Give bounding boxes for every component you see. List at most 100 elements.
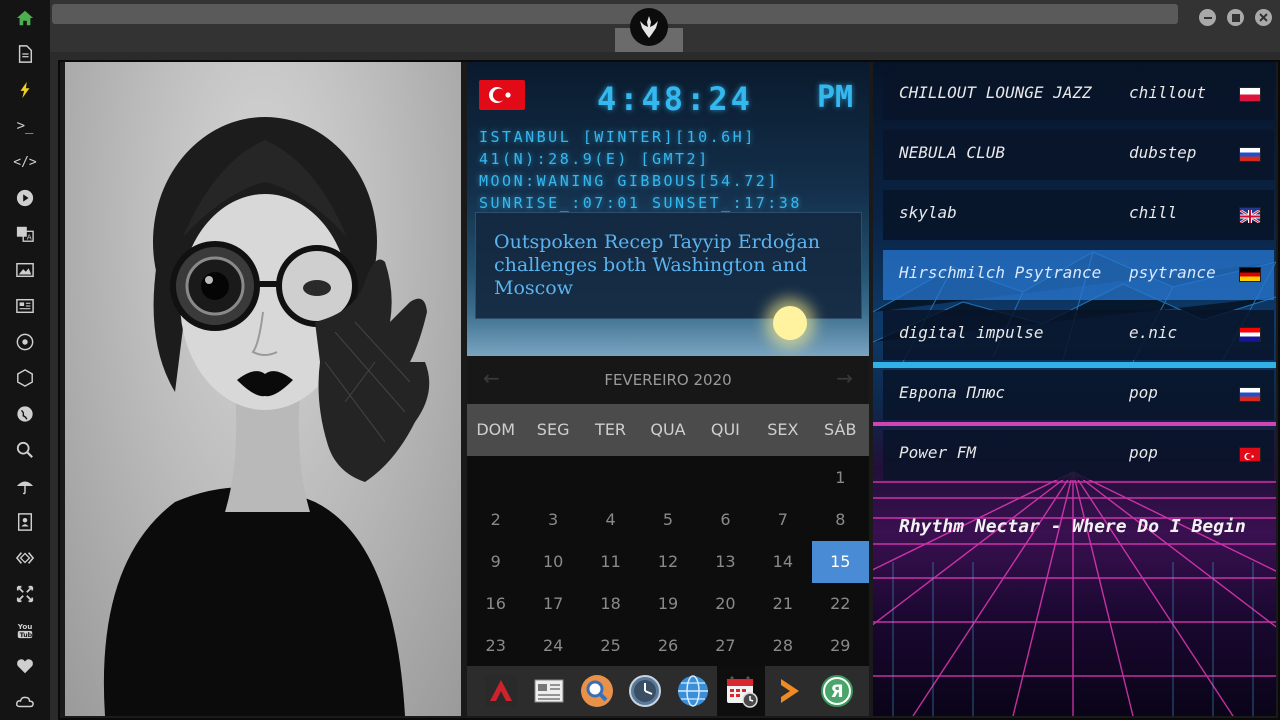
weekday-label: SEG	[536, 420, 570, 439]
calendar-day[interactable]: 6	[697, 499, 754, 541]
contacts-icon[interactable]	[12, 509, 38, 535]
station-name: skylab	[899, 203, 957, 222]
calendar-day[interactable]: 16	[467, 583, 524, 625]
coordinates-line: 41(N):28.9(E) [GMT2]	[479, 150, 710, 168]
calendar-day[interactable]: 24	[524, 625, 581, 667]
rebel-alliance-icon[interactable]	[630, 8, 668, 46]
calendar-day[interactable]: 9	[467, 541, 524, 583]
sunrise-sunset-line: SUNRISE_:07:01 SUNSET_:17:38	[479, 194, 802, 212]
calendar-month-title: FEVEREIRO 2020	[604, 371, 732, 389]
turkey-flag-icon	[1239, 447, 1261, 462]
station-row-selected[interactable]: Hirschmilch Psytrance psytrance	[883, 250, 1274, 300]
fullscreen-icon[interactable]	[12, 581, 38, 607]
svg-text:You: You	[17, 622, 33, 631]
yandex-app-icon[interactable]: Я	[817, 671, 857, 711]
heart-icon[interactable]	[12, 653, 38, 679]
station-row[interactable]: Европа Плюс pop	[883, 370, 1274, 420]
clock-ampm: PM	[817, 80, 854, 115]
calendar-day[interactable]: 20	[697, 583, 754, 625]
calendar-day[interactable]: 10	[524, 541, 581, 583]
station-name: digital impulse	[899, 323, 1044, 342]
maximize-button[interactable]	[1227, 9, 1244, 26]
calendar-widget: ← FEVEREIRO 2020 → DOM SEG TER QUA QUI S…	[467, 356, 869, 666]
calendar-day[interactable]: 28	[754, 625, 811, 667]
location-line: ISTANBUL [WINTER][10.6H]	[479, 128, 756, 146]
station-genre: pop	[1129, 443, 1158, 462]
sidebar: >_ </> A YouTube	[0, 0, 50, 720]
youtube-icon[interactable]: YouTube	[12, 617, 38, 643]
weekday-label: SÁB	[824, 420, 857, 439]
search-icon[interactable]	[12, 437, 38, 463]
news-headline-box[interactable]: Outspoken Recep Tayyip Erdoğan challenge…	[475, 212, 862, 319]
now-playing-track[interactable]: Rhythm Nectar - Where Do I Begin	[899, 516, 1246, 537]
station-row[interactable]: digital impulse e.nic	[883, 310, 1274, 360]
next-month-button[interactable]: →	[836, 366, 853, 390]
station-row[interactable]: NEBULA CLUB dubstep	[883, 130, 1274, 180]
cloud-icon[interactable]	[12, 689, 38, 715]
hexagon-icon[interactable]	[12, 365, 38, 391]
calendar-header: ← FEVEREIRO 2020 →	[467, 356, 869, 404]
embed-icon[interactable]	[12, 545, 38, 571]
calendar-day[interactable]: 7	[754, 499, 811, 541]
clock-widget: 4:48:24 PM ISTANBUL [WINTER][10.6H] 41(N…	[467, 62, 869, 356]
weekday-label: QUI	[710, 420, 740, 439]
forward-app-icon[interactable]	[769, 671, 809, 711]
calendar-day[interactable]: 4	[582, 499, 639, 541]
calendar-day[interactable]: 21	[754, 583, 811, 625]
calendar-day[interactable]: 27	[697, 625, 754, 667]
calendar-day[interactable]: 14	[754, 541, 811, 583]
station-row[interactable]: CHILLOUT LOUNGE JAZZ chillout	[883, 70, 1274, 120]
terminal-icon[interactable]: >_	[12, 113, 38, 139]
address-bar[interactable]	[52, 4, 1178, 24]
turkey-flag-icon	[479, 80, 525, 110]
play-icon[interactable]	[12, 185, 38, 211]
news-icon[interactable]	[12, 293, 38, 319]
news-app-icon[interactable]	[529, 671, 569, 711]
minimize-button[interactable]	[1199, 9, 1216, 26]
code-icon[interactable]: </>	[12, 149, 38, 175]
search-app-icon[interactable]	[577, 671, 617, 711]
calendar-day[interactable]: 8	[812, 499, 869, 541]
globe-app-icon[interactable]	[673, 671, 713, 711]
calendar-day[interactable]: 5	[639, 499, 696, 541]
home-icon[interactable]	[12, 5, 38, 31]
russia-flag-icon	[1239, 387, 1261, 402]
station-genre: chill	[1129, 203, 1178, 222]
calendar-day[interactable]: 18	[582, 583, 639, 625]
calendar-day[interactable]: 23	[467, 625, 524, 667]
clock-app-icon[interactable]	[625, 671, 665, 711]
lightning-icon[interactable]	[12, 77, 38, 103]
news-headline[interactable]: Outspoken Recep Tayyip Erdoğan challenge…	[494, 231, 843, 300]
station-genre: chillout	[1129, 83, 1207, 102]
calendar-day[interactable]: 26	[639, 625, 696, 667]
calendar-day-today[interactable]: 15	[811, 541, 869, 583]
red-arrow-app-icon[interactable]	[481, 671, 521, 711]
station-row[interactable]: skylab chill	[883, 190, 1274, 240]
calendar-day[interactable]: 2	[467, 499, 524, 541]
calendar-day[interactable]: 22	[812, 583, 869, 625]
close-button[interactable]	[1255, 9, 1272, 26]
calendar-day[interactable]: 29	[812, 625, 869, 667]
station-row[interactable]: Power FM pop	[883, 430, 1274, 480]
image-icon[interactable]	[12, 257, 38, 283]
calendar-day[interactable]: 12	[639, 541, 696, 583]
translate-icon[interactable]: A	[12, 221, 38, 247]
calendar-day[interactable]: 11	[582, 541, 639, 583]
calendar-day[interactable]: 25	[582, 625, 639, 667]
station-genre: dubstep	[1129, 143, 1197, 162]
calendar-day[interactable]: 3	[524, 499, 581, 541]
calendar-day[interactable]: 13	[697, 541, 754, 583]
svg-text:Tube: Tube	[20, 632, 34, 639]
umbrella-icon[interactable]	[12, 473, 38, 499]
uk-flag-icon	[1239, 207, 1261, 225]
calendar-day[interactable]: 1	[812, 457, 869, 499]
document-icon[interactable]	[12, 41, 38, 67]
weekday-label: QUA	[650, 420, 686, 439]
calendar-day[interactable]: 19	[639, 583, 696, 625]
aperture-icon[interactable]	[12, 329, 38, 355]
calendar-day[interactable]: 17	[524, 583, 581, 625]
globe-icon[interactable]	[12, 401, 38, 427]
station-genre: e.nic	[1129, 323, 1178, 342]
calendar-app-icon[interactable]	[717, 666, 765, 716]
moon-phase-line: MOON:WANING GIBBOUS[54.72]	[479, 172, 779, 190]
